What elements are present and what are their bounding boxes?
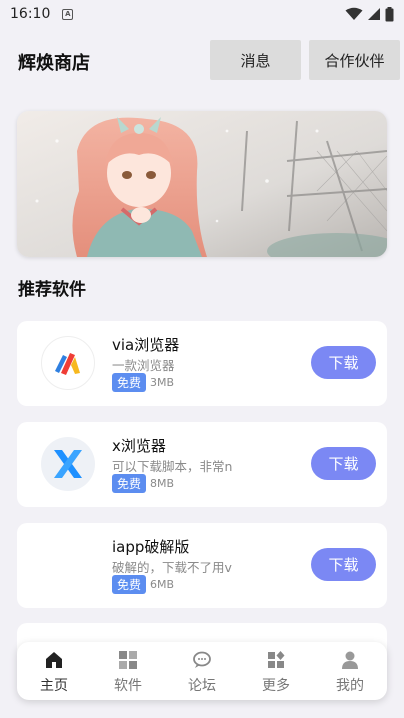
- download-button[interactable]: 下载: [311, 346, 376, 379]
- bottom-nav: 主页 软件 论坛 更多 我的: [17, 642, 387, 700]
- via-browser-icon: [41, 336, 95, 390]
- free-badge: 免费: [112, 575, 147, 594]
- signal-icon: [368, 8, 380, 20]
- battery-icon: [385, 6, 394, 21]
- download-button[interactable]: 下载: [311, 447, 376, 480]
- partners-button[interactable]: 合作伙伴: [309, 40, 400, 80]
- nav-label-home: 主页: [40, 678, 68, 694]
- status-time: 16:10: [10, 6, 51, 22]
- nav-item-more[interactable]: 更多: [239, 642, 313, 700]
- x-browser-icon: [41, 437, 95, 491]
- nav-label-profile: 我的: [336, 678, 364, 694]
- nav-item-home[interactable]: 主页: [17, 642, 91, 700]
- profile-icon: [339, 649, 361, 671]
- app-name: x浏览器: [112, 437, 166, 455]
- apps-grid-icon: [117, 649, 139, 671]
- wifi-icon: [345, 7, 363, 20]
- chat-icon: [191, 649, 213, 671]
- nav-item-forum[interactable]: 论坛: [165, 642, 239, 700]
- app-card[interactable]: x浏览器 可以下载脚本，非常n 免费 8MB 下载: [17, 422, 387, 507]
- banner-image[interactable]: [17, 111, 387, 257]
- status-icons: [345, 6, 394, 22]
- status-bar: 16:10 A: [0, 0, 404, 28]
- app-size: 8MB: [150, 477, 175, 490]
- nav-label-software: 软件: [114, 678, 142, 694]
- app-name: via浏览器: [112, 336, 180, 354]
- app-description: 可以下载脚本，非常n: [112, 459, 233, 474]
- nav-label-more: 更多: [262, 678, 290, 694]
- app-size: 6MB: [150, 578, 175, 591]
- app-name: iapp破解版: [112, 538, 190, 556]
- app-header: 辉焕商店 消息 合作伙伴: [0, 38, 404, 82]
- app-size: 3MB: [150, 376, 175, 389]
- app-description: 一款浏览器: [112, 358, 175, 373]
- free-badge: 免费: [112, 474, 147, 493]
- more-icon: [265, 649, 287, 671]
- notification-icon: A: [62, 8, 74, 20]
- section-title-recommended: 推荐软件: [18, 280, 86, 300]
- free-badge: 免费: [112, 373, 147, 392]
- home-icon: [43, 649, 65, 671]
- page-title: 辉焕商店: [18, 53, 90, 74]
- messages-button[interactable]: 消息: [210, 40, 301, 80]
- app-icon-placeholder: [41, 538, 95, 592]
- app-description: 破解的，下载不了用v: [112, 560, 232, 575]
- nav-item-profile[interactable]: 我的: [313, 642, 387, 700]
- nav-label-forum: 论坛: [188, 678, 216, 694]
- nav-item-software[interactable]: 软件: [91, 642, 165, 700]
- app-card[interactable]: iapp破解版 破解的，下载不了用v 免费 6MB 下载: [17, 523, 387, 608]
- download-button[interactable]: 下载: [311, 548, 376, 581]
- app-card[interactable]: via浏览器 一款浏览器 免费 3MB 下载: [17, 321, 387, 406]
